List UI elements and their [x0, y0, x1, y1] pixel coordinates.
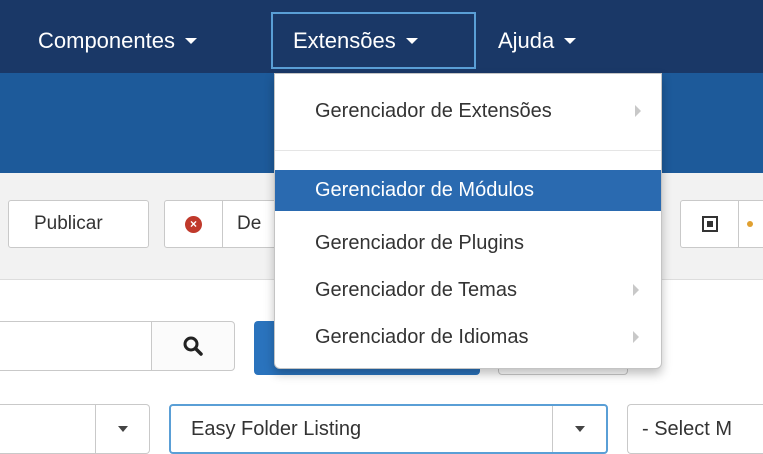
- menu-item-label: Gerenciador de Idiomas: [315, 326, 529, 348]
- search-icon: [183, 336, 203, 356]
- chevron-right-icon: [633, 331, 639, 343]
- menu-divider: [275, 150, 661, 151]
- nav-componentes-label: Componentes: [38, 28, 175, 53]
- chevron-down-icon: [564, 38, 577, 44]
- unpublish-button-label: De: [237, 213, 262, 234]
- extensions-dropdown-menu: Gerenciador de Extensões Gerenciador de …: [274, 73, 662, 369]
- menu-item-label: Gerenciador de Módulos: [315, 179, 535, 201]
- nav-ajuda-label: Ajuda: [498, 28, 555, 53]
- chevron-down-icon: [574, 426, 585, 432]
- unpublish-button[interactable]: × De: [164, 200, 284, 248]
- menu-item-language-manager[interactable]: Gerenciador de Idiomas: [275, 317, 661, 358]
- x-circle-icon: ×: [185, 215, 202, 233]
- nav-ajuda[interactable]: Ajuda: [498, 14, 577, 68]
- menu-item-extension-manager[interactable]: Gerenciador de Extensões: [275, 88, 661, 135]
- chevron-down-icon: [184, 38, 197, 44]
- chevron-down-icon: [117, 426, 128, 432]
- menu-item-label: Gerenciador de Temas: [315, 279, 517, 301]
- square-icon: [701, 216, 718, 232]
- filter-select-left[interactable]: [0, 404, 150, 454]
- menu-item-template-manager[interactable]: Gerenciador de Temas: [275, 270, 661, 311]
- filter-select-module-value: Easy Folder Listing: [191, 417, 362, 440]
- star-icon: [747, 221, 753, 227]
- publish-button[interactable]: Publicar: [8, 200, 149, 248]
- nav-componentes[interactable]: Componentes: [38, 14, 197, 68]
- top-navbar: Componentes Extensões Ajuda: [0, 0, 763, 73]
- publish-button-label: Publicar: [34, 213, 103, 234]
- menu-item-module-manager[interactable]: Gerenciador de Módulos: [275, 170, 661, 211]
- filter-select-right[interactable]: - Select M: [627, 404, 763, 454]
- chevron-down-icon: [405, 37, 418, 44]
- nav-extensoes-label: Extensões: [293, 27, 396, 53]
- toolbar-square-button[interactable]: [680, 200, 763, 248]
- nav-extensoes[interactable]: Extensões: [271, 12, 476, 69]
- chevron-right-icon: [633, 284, 639, 296]
- search-input[interactable]: [0, 321, 152, 371]
- menu-item-plugin-manager[interactable]: Gerenciador de Plugins: [275, 223, 661, 264]
- search-button[interactable]: [151, 321, 235, 371]
- menu-item-label: Gerenciador de Plugins: [315, 232, 525, 254]
- filter-select-module[interactable]: Easy Folder Listing: [169, 404, 608, 454]
- menu-item-label: Gerenciador de Extensões: [315, 100, 552, 122]
- filter-select-right-value: - Select M: [642, 417, 733, 440]
- chevron-right-icon: [635, 105, 641, 117]
